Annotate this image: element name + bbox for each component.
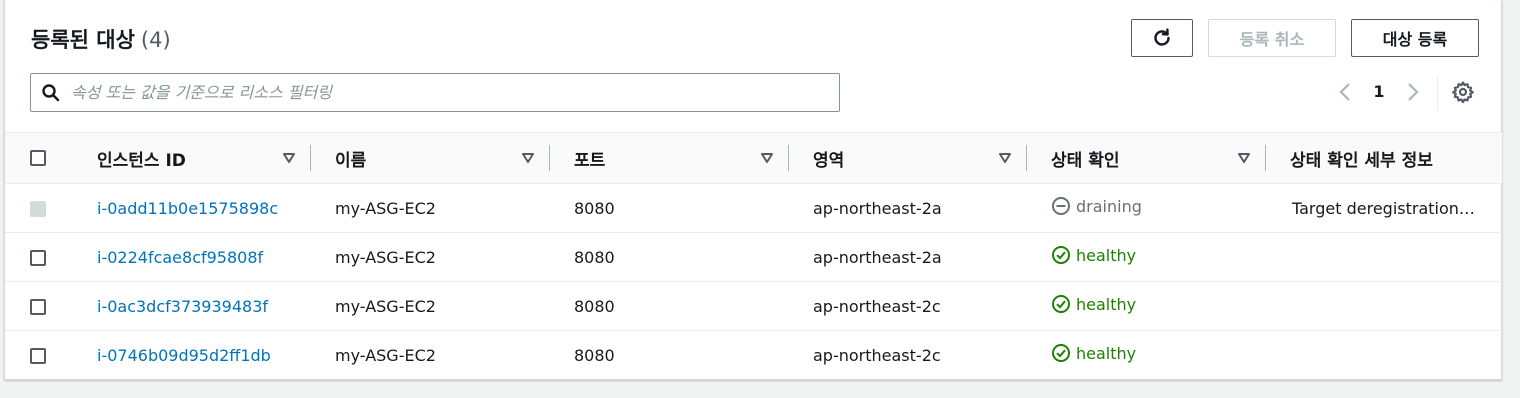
- row-checkbox[interactable]: [30, 299, 46, 315]
- column-label: 상태 확인 세부 정보: [1290, 150, 1433, 171]
- status-healthy-check-icon: [1052, 295, 1070, 313]
- port-cell: 8080: [550, 281, 789, 331]
- column-label: 인스턴스 ID: [97, 150, 186, 171]
- status-draining-icon: [1052, 197, 1070, 215]
- pagination-divider: [1437, 76, 1438, 110]
- row-checkbox-cell: [5, 232, 73, 282]
- status-badge: draining: [1027, 196, 1142, 216]
- status-text: draining: [1076, 196, 1142, 216]
- column-header-name[interactable]: 이름: [311, 132, 550, 184]
- settings-gear-icon[interactable]: [1451, 80, 1475, 104]
- sort-caret-icon[interactable]: [761, 153, 773, 163]
- status-badge: healthy: [1027, 343, 1136, 363]
- row-checkbox-cell: [5, 183, 73, 233]
- name-cell: my-ASG-EC2: [311, 281, 550, 331]
- health-status-cell: healthy: [1027, 281, 1266, 331]
- deregister-button[interactable]: 등록 취소: [1208, 19, 1336, 57]
- target-count: (4): [140, 28, 171, 52]
- column-label: 이름: [335, 150, 367, 171]
- column-header-instance-id[interactable]: 인스턴스 ID: [73, 132, 311, 184]
- instance-id-cell: i-0ac3dcf373939483f: [73, 281, 311, 331]
- port-cell: 8080: [550, 183, 789, 233]
- refresh-icon: [1154, 28, 1170, 46]
- sort-caret-icon[interactable]: [999, 153, 1011, 163]
- column-label: 영역: [813, 150, 845, 171]
- health-status-cell: healthy: [1027, 232, 1266, 282]
- filter-search-box[interactable]: [30, 73, 840, 112]
- name-cell: my-ASG-EC2: [311, 232, 550, 282]
- name-cell: my-ASG-EC2: [311, 183, 550, 233]
- status-badge: healthy: [1027, 294, 1136, 314]
- status-text: healthy: [1076, 343, 1137, 363]
- current-page-number[interactable]: 1: [1371, 82, 1387, 101]
- column-header-health-details: 상태 확인 세부 정보: [1266, 132, 1502, 184]
- table-row: i-0add11b0e1575898c my-ASG-EC2 8080 ap-n…: [5, 183, 1502, 233]
- column-header-health-status[interactable]: 상태 확인: [1027, 132, 1266, 184]
- instance-id-link[interactable]: i-0ac3dcf373939483f: [73, 297, 268, 316]
- panel-title: 등록된 대상 (4): [31, 24, 171, 54]
- zone-cell: ap-northeast-2a: [789, 232, 1027, 282]
- status-badge: healthy: [1027, 245, 1136, 265]
- zone-cell: ap-northeast-2a: [789, 183, 1027, 233]
- row-checkbox: [30, 201, 46, 217]
- health-details-cell: [1266, 331, 1502, 380]
- column-header-port[interactable]: 포트: [550, 132, 789, 184]
- name-cell: my-ASG-EC2: [335, 345, 436, 365]
- instance-id-cell: i-0224fcae8cf95808f: [73, 232, 311, 282]
- refresh-button[interactable]: [1131, 19, 1193, 57]
- panel-title-text: 등록된 대상: [31, 28, 135, 52]
- status-text: healthy: [1076, 294, 1137, 314]
- instance-id-link[interactable]: i-0746b09d95d2ff1db: [73, 346, 271, 365]
- table-row: i-0746b09d95d2ff1db my-ASG-EC2 8080 ap-n…: [5, 331, 1502, 380]
- sort-caret-icon[interactable]: [1238, 153, 1250, 163]
- instance-id-cell: i-0add11b0e1575898c: [73, 183, 311, 233]
- row-checkbox-cell: [5, 281, 73, 331]
- health-details-cell: Target deregistration…: [1266, 183, 1502, 233]
- search-icon: [42, 84, 60, 102]
- previous-page-icon[interactable]: [1335, 80, 1355, 104]
- row-checkbox[interactable]: [30, 348, 46, 365]
- instance-id-link[interactable]: i-0224fcae8cf95808f: [73, 248, 263, 267]
- health-details-cell: [1266, 281, 1502, 331]
- sort-caret-icon[interactable]: [522, 153, 534, 163]
- zone-cell: ap-northeast-2c: [789, 281, 1027, 331]
- port-cell: 8080: [550, 232, 789, 282]
- instance-id-cell: i-0746b09d95d2ff1db: [73, 331, 311, 380]
- select-all-checkbox[interactable]: [30, 150, 46, 166]
- instance-id-link[interactable]: i-0add11b0e1575898c: [73, 199, 278, 218]
- targets-table: 인스턴스 ID 이름 포트 영역 상태 확인 상태 확인 세부 정보 i-0ad…: [5, 132, 1502, 380]
- row-checkbox-cell: [5, 331, 73, 380]
- status-text: healthy: [1076, 245, 1137, 265]
- column-label: 상태 확인: [1051, 150, 1120, 171]
- next-page-icon[interactable]: [1403, 80, 1423, 104]
- row-checkbox[interactable]: [30, 250, 46, 266]
- column-label: 포트: [574, 150, 606, 171]
- health-status-cell: healthy: [1027, 331, 1266, 380]
- zone-cell: ap-northeast-2c: [813, 345, 941, 365]
- table-row: i-0ac3dcf373939483f my-ASG-EC2 8080 ap-n…: [5, 281, 1502, 331]
- sort-caret-icon[interactable]: [283, 153, 295, 163]
- search-input[interactable]: [71, 78, 831, 107]
- register-targets-button[interactable]: 대상 등록: [1351, 19, 1479, 57]
- column-header-zone[interactable]: 영역: [789, 132, 1027, 184]
- port-cell: 8080: [574, 345, 615, 365]
- header-checkbox-cell: [5, 132, 73, 184]
- status-healthy-check-icon: [1052, 344, 1070, 363]
- table-header-row: 인스턴스 ID 이름 포트 영역 상태 확인 상태 확인 세부 정보: [5, 132, 1502, 184]
- status-healthy-check-icon: [1052, 246, 1070, 264]
- registered-targets-panel: 등록된 대상(4) 등록 취소 대상 등록 1: [4, 0, 1502, 380]
- health-status-cell: draining: [1027, 183, 1266, 233]
- table-row: i-0224fcae8cf95808f my-ASG-EC2 8080 ap-n…: [5, 232, 1502, 282]
- health-details-cell: [1266, 232, 1502, 282]
